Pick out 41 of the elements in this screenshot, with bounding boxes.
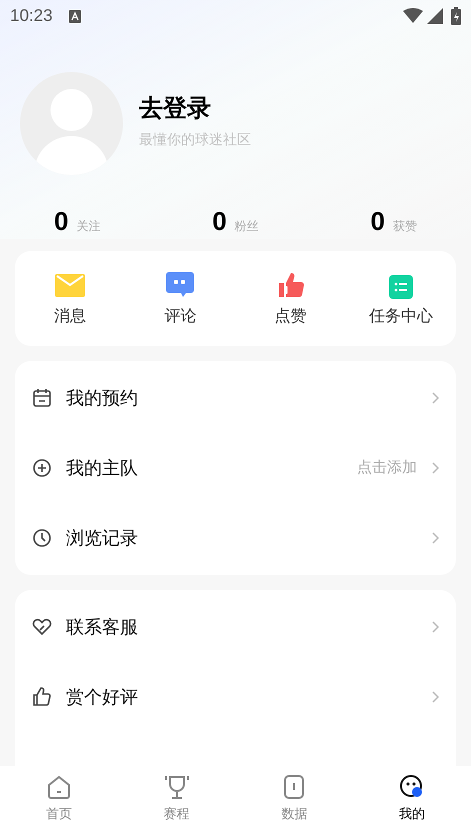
menu-label: 浏览记录 <box>66 526 138 550</box>
login-link[interactable]: 去登录 <box>139 97 251 121</box>
thumbs-up-icon <box>32 687 52 707</box>
stat-value: 0 <box>212 208 227 234</box>
tab[interactable]: 数据 <box>236 766 354 831</box>
shortcut-button[interactable]: 消息 <box>15 251 126 346</box>
menu-hint: 点击添加 <box>357 458 417 478</box>
heart-icon <box>32 617 52 637</box>
stat-value: 0 <box>54 208 68 234</box>
wifi-icon <box>403 8 423 24</box>
tab[interactable]: 赛程 <box>118 766 236 831</box>
chevron-right-icon <box>431 691 439 703</box>
menu-row[interactable]: 浏览记录 <box>15 503 456 573</box>
shortcut-button[interactable]: 任务中心 <box>346 251 456 346</box>
tab[interactable]: 我的 <box>353 766 471 831</box>
trophy-icon <box>164 774 190 800</box>
menu-label: 我的主队 <box>66 456 138 480</box>
add-circle-icon <box>32 458 52 478</box>
signal-icon <box>427 8 443 24</box>
tagline: 最懂你的球迷社区 <box>139 130 251 149</box>
chevron-right-icon <box>431 532 439 544</box>
menu-row[interactable]: 我的预约 <box>15 363 456 433</box>
menu-label: 我的预约 <box>66 386 138 410</box>
chevron-right-icon <box>431 392 439 404</box>
chevron-right-icon <box>431 462 439 474</box>
clock-icon <box>32 528 52 548</box>
calendar-icon <box>32 388 52 408</box>
shortcut-button[interactable]: 评论 <box>125 251 236 346</box>
stat-value: 0 <box>370 208 385 234</box>
menu-row[interactable]: 联系客服 <box>15 592 456 662</box>
menu-label: 赏个好评 <box>66 686 138 708</box>
tab[interactable]: 首页 <box>0 766 118 831</box>
menu-label: 联系客服 <box>66 616 138 638</box>
notification-icon <box>68 10 81 22</box>
home-icon <box>46 774 72 800</box>
chevron-right-icon <box>431 621 439 633</box>
menu-row[interactable]: 赏个好评 <box>15 662 456 732</box>
status-time: 10:23 <box>10 5 53 28</box>
menu-row[interactable]: 我的主队 点击添加 <box>15 433 456 503</box>
battery-icon <box>451 7 461 25</box>
shortcut-button[interactable]: 点赞 <box>236 251 346 346</box>
